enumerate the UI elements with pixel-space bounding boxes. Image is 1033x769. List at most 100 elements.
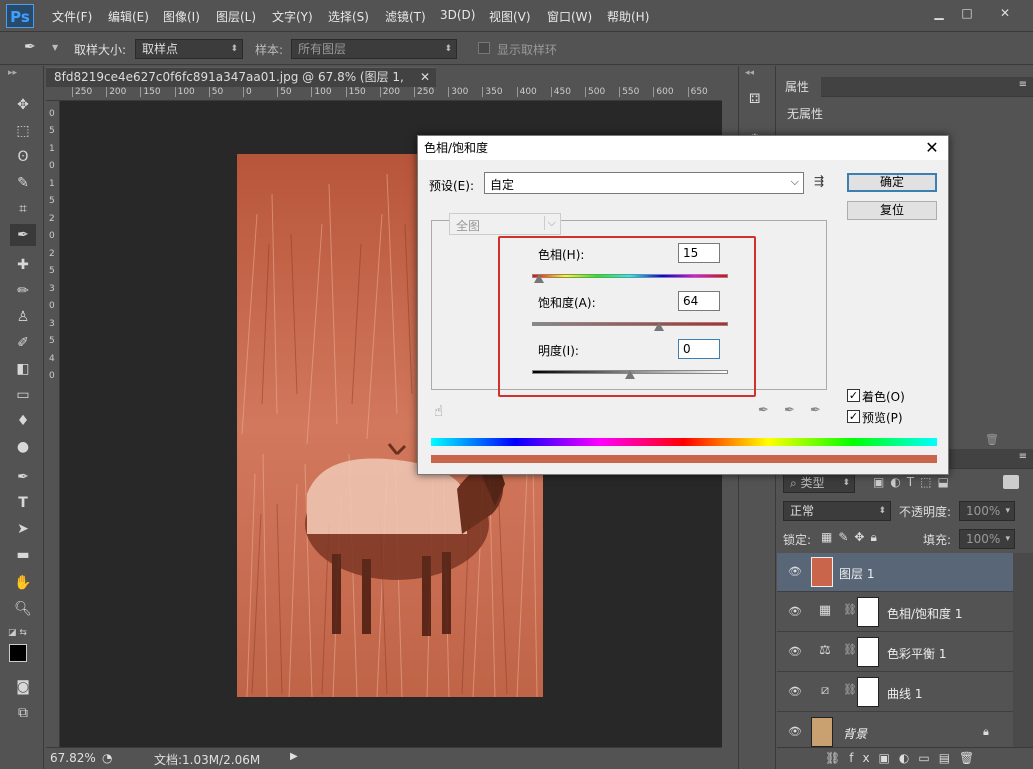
show-ring-checkbox[interactable] bbox=[478, 42, 490, 54]
eye-icon[interactable]: 👁︎ bbox=[787, 725, 803, 739]
eye-icon[interactable]: 👁︎ bbox=[787, 645, 803, 659]
layer-row[interactable]: 👁︎ 图层 1 bbox=[777, 553, 1013, 592]
minimize-icon[interactable]: ▁ bbox=[928, 4, 950, 22]
crop-tool-icon[interactable]: ⌗ bbox=[10, 198, 36, 220]
foreground-color-swatch[interactable] bbox=[9, 644, 27, 662]
menu-select[interactable]: 选择(S) bbox=[328, 8, 369, 25]
hue-field[interactable]: 15 bbox=[678, 243, 720, 263]
panel-menu-icon[interactable]: ≡ bbox=[1019, 451, 1027, 462]
document-tab[interactable]: 8fd8219ce4e627c0f6fc891a347aa01.jpg @ 67… bbox=[46, 67, 436, 103]
layers-scrollbar[interactable] bbox=[1013, 553, 1033, 747]
trash-icon[interactable]: 🗑︎ bbox=[985, 433, 999, 446]
status-arrow-icon[interactable]: ▶ bbox=[290, 751, 298, 762]
hue-slider[interactable] bbox=[532, 274, 728, 278]
collapse-icon[interactable]: ▸▸ bbox=[8, 68, 17, 78]
preview-checkbox[interactable]: ✓ bbox=[847, 410, 860, 423]
ok-button[interactable]: 确定 bbox=[847, 173, 937, 192]
layer-row[interactable]: 👁︎ ⧄ ⛓ 曲线 1 bbox=[777, 673, 1013, 712]
lightness-slider-thumb[interactable] bbox=[625, 370, 635, 379]
close-window-icon[interactable]: ✕ bbox=[994, 4, 1016, 22]
layer-footer-icons[interactable]: ⛓fx▣◐▭▤🗑︎ bbox=[825, 751, 983, 765]
channel-select[interactable]: 全图 ⌵ bbox=[449, 213, 561, 235]
lock-icons[interactable]: ▦✎✥🔒︎ bbox=[821, 530, 883, 545]
shape-tool-icon[interactable]: ▬ bbox=[10, 544, 36, 566]
colorize-checkbox[interactable]: ✓ bbox=[847, 389, 860, 402]
zoom-tool-icon[interactable]: 🔍︎ bbox=[10, 598, 36, 620]
brush-tool-icon[interactable]: ✏ bbox=[10, 280, 36, 302]
layer-row[interactable]: 👁︎ ⚖ ⛓ 色彩平衡 1 bbox=[777, 633, 1013, 672]
menu-image[interactable]: 图像(I) bbox=[163, 8, 200, 25]
pen-tool-icon[interactable]: ✒ bbox=[10, 466, 36, 488]
saturation-slider[interactable] bbox=[532, 322, 728, 326]
menu-type[interactable]: 文字(Y) bbox=[272, 8, 313, 25]
layer-mask[interactable] bbox=[857, 677, 879, 707]
quick-select-tool-icon[interactable]: ✎ bbox=[10, 172, 36, 194]
history-brush-icon[interactable]: ✐ bbox=[10, 332, 36, 354]
chevron-down-icon[interactable]: ▼ bbox=[52, 43, 58, 52]
sample-select[interactable]: 所有图层 ⬍ bbox=[291, 39, 457, 59]
preset-options-icon[interactable]: ⇶ bbox=[814, 174, 824, 188]
ruler-tick: 0 bbox=[49, 371, 55, 381]
fill-value: 100% bbox=[966, 532, 1001, 546]
saturation-field[interactable]: 64 bbox=[678, 291, 720, 311]
menu-window[interactable]: 窗口(W) bbox=[547, 8, 592, 25]
properties-tab[interactable]: 属性 bbox=[777, 77, 821, 97]
eyedropper-minus-icon[interactable]: ✒ bbox=[810, 403, 821, 418]
layer-mask[interactable] bbox=[857, 597, 879, 627]
sample-size-select[interactable]: 取样点 ⬍ bbox=[135, 39, 243, 59]
layer-mask[interactable] bbox=[857, 637, 879, 667]
lightness-field[interactable]: 0 bbox=[678, 339, 720, 359]
move-tool-icon[interactable]: ✥ bbox=[10, 94, 36, 116]
filter-toggle[interactable] bbox=[1003, 475, 1019, 489]
preset-select[interactable]: 自定 ⌵ bbox=[484, 172, 804, 194]
type-tool-icon[interactable]: T bbox=[10, 492, 36, 514]
menu-edit[interactable]: 编辑(E) bbox=[108, 8, 149, 25]
hue-slider-thumb[interactable] bbox=[534, 274, 544, 283]
lasso-tool-icon[interactable]: ʘ bbox=[10, 146, 36, 168]
path-select-icon[interactable]: ➤ bbox=[10, 518, 36, 540]
reset-button[interactable]: 复位 bbox=[847, 201, 937, 220]
screen-mode-icon[interactable]: ⧉ bbox=[10, 702, 36, 724]
history-panel-icon[interactable]: ⚃ bbox=[749, 92, 760, 107]
menu-file[interactable]: 文件(F) bbox=[52, 8, 92, 25]
ruler-tick: 5 bbox=[49, 126, 55, 136]
close-tab-icon[interactable]: ✕ bbox=[420, 68, 430, 87]
zoom-level[interactable]: 67.82% bbox=[50, 751, 96, 765]
target-adjust-icon[interactable]: ☝ bbox=[434, 402, 443, 420]
panel-menu-icon[interactable]: ≡ bbox=[1019, 79, 1027, 90]
saturation-slider-thumb[interactable] bbox=[654, 322, 664, 331]
eyedropper-icon[interactable]: ✒ bbox=[758, 403, 769, 418]
blur-tool-icon[interactable]: ♦ bbox=[10, 410, 36, 432]
kind-filter-select[interactable]: ⌕ 类型 ⬍ bbox=[783, 473, 855, 493]
stamp-tool-icon[interactable]: ♙ bbox=[10, 306, 36, 328]
menu-filter[interactable]: 滤镜(T) bbox=[385, 8, 426, 25]
eyedropper-tool-icon[interactable]: ✒ bbox=[10, 224, 36, 246]
gradient-tool-icon[interactable]: ▭ bbox=[10, 384, 36, 406]
layer-row[interactable]: 👁︎ ▦ ⛓ 色相/饱和度 1 bbox=[777, 593, 1013, 632]
menu-3d[interactable]: 3D(D) bbox=[440, 8, 475, 22]
hand-tool-icon[interactable]: ✋ bbox=[10, 572, 36, 594]
quick-mask-icon[interactable]: ◙ bbox=[10, 676, 36, 698]
dodge-tool-icon[interactable]: ● bbox=[10, 436, 36, 458]
status-menu-icon[interactable]: ◔ bbox=[102, 751, 112, 765]
menu-view[interactable]: 视图(V) bbox=[489, 8, 531, 25]
eye-icon[interactable]: 👁︎ bbox=[787, 685, 803, 699]
eraser-tool-icon[interactable]: ◧ bbox=[10, 358, 36, 380]
eye-icon[interactable]: 👁︎ bbox=[787, 605, 803, 619]
menu-help[interactable]: 帮助(H) bbox=[607, 8, 649, 25]
opacity-field[interactable]: 100% ▾ bbox=[959, 501, 1015, 521]
close-icon[interactable]: ✕ bbox=[922, 138, 942, 158]
marquee-tool-icon[interactable]: ⬚ bbox=[10, 120, 36, 142]
healing-tool-icon[interactable]: ✚ bbox=[10, 254, 36, 276]
fill-field[interactable]: 100% ▾ bbox=[959, 529, 1015, 549]
filter-icons[interactable]: ▣◐T⬚⬓ bbox=[873, 475, 955, 489]
menu-layer[interactable]: 图层(L) bbox=[216, 8, 256, 25]
blend-mode-select[interactable]: 正常 ⬍ bbox=[783, 501, 891, 521]
eyedropper-plus-icon[interactable]: ✒ bbox=[784, 403, 795, 418]
collapse-dock-icon[interactable]: ◂◂ bbox=[745, 68, 754, 78]
default-colors-icon[interactable]: ◪ ⇆ bbox=[8, 628, 27, 638]
eyedropper-icon[interactable]: ✒ bbox=[24, 39, 36, 55]
eye-icon[interactable]: 👁︎ bbox=[787, 565, 803, 579]
maximize-icon[interactable]: □ bbox=[956, 4, 978, 22]
layers-footer: ⛓fx▣◐▭▤🗑︎ bbox=[777, 747, 1033, 769]
